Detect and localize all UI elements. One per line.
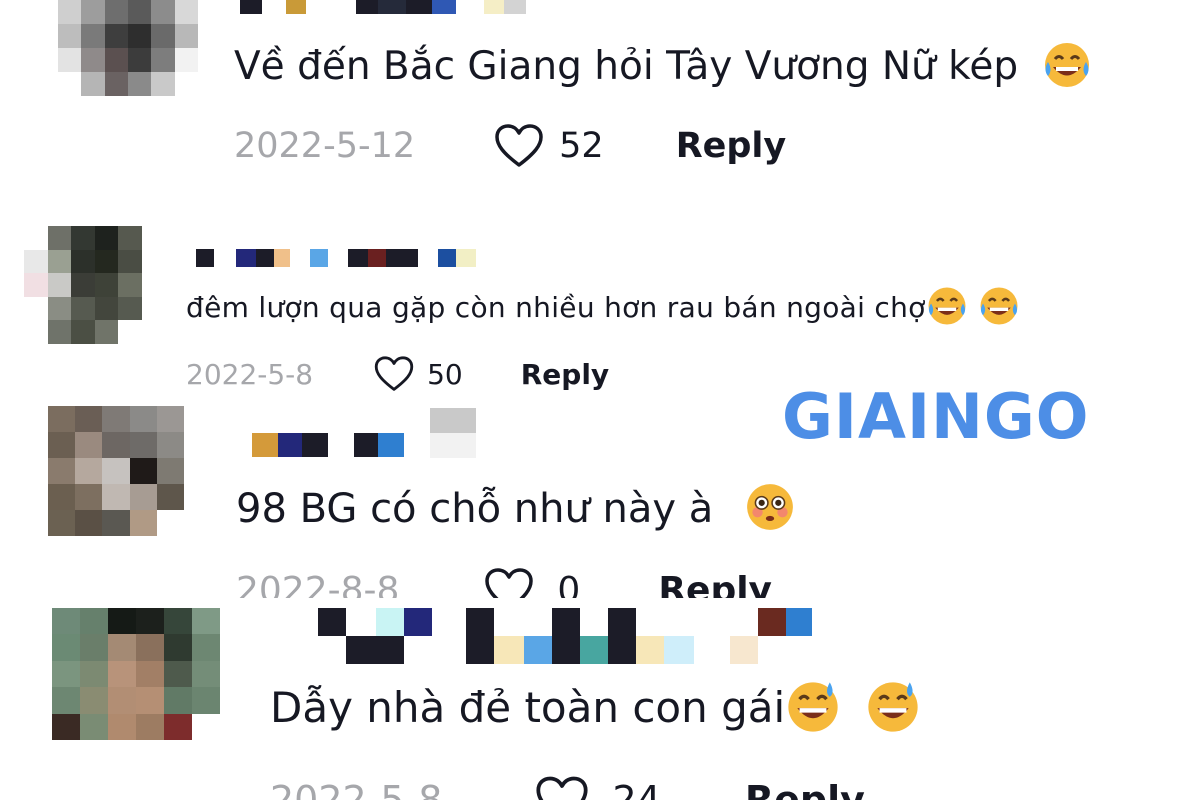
watermark-logo: GIAINGO [782,380,1090,453]
comment-meta: 2022-8-8 0 Reply [236,568,772,598]
comment-text: Về đến Bắc Giang hỏi Tây Vương Nữ kép [234,40,1092,94]
reply-button[interactable]: Reply [745,778,865,800]
avatar[interactable] [52,608,220,740]
comment-date: 2022-8-8 [236,569,400,599]
comment-date: 2022-5-8 [186,357,314,391]
reply-button[interactable]: Reply [658,570,772,599]
avatar[interactable] [58,0,198,96]
username-redacted[interactable] [252,432,430,458]
heart-outline-icon [536,776,589,800]
avatar[interactable] [24,226,142,344]
grinning-sweat-icon [865,679,921,735]
heart-outline-icon [485,568,534,598]
grinning-sweat-icon [785,679,841,735]
comment-item: Dẫy nhà đẻ toàn con gái 2022-5-8 24 Repl… [0,598,1200,800]
like-button[interactable]: 0 [483,567,580,598]
like-count: 24 [612,778,661,800]
comment-meta: 2022-5-12 52 Reply [234,124,786,168]
comment-text: 98 BG có chỗ như này à [236,480,796,538]
comment-text: đêm lượn qua gặp còn nhiều hơn rau bán n… [186,286,1020,330]
username-redacted-fragment [430,408,476,458]
comment-text: Dẫy nhà đẻ toàn con gái [270,678,921,739]
comment-item: Về đến Bắc Giang hỏi Tây Vương Nữ kép 20… [0,0,1200,200]
comment-list-screenshot: Về đến Bắc Giang hỏi Tây Vương Nữ kép 20… [0,0,1200,800]
tears-of-joy-icon [1042,40,1092,90]
username-redacted[interactable] [240,0,526,14]
reply-button[interactable]: Reply [676,126,787,166]
flushed-icon [744,481,796,533]
comment-date: 2022-5-8 [270,778,443,800]
reply-button[interactable]: Reply [521,358,609,391]
heart-outline-icon [374,356,414,391]
username-redacted[interactable] [318,608,812,664]
like-button[interactable]: 52 [493,123,604,169]
avatar[interactable] [48,406,184,536]
username-redacted[interactable] [196,249,476,267]
like-count: 0 [557,569,581,599]
like-count: 50 [427,357,463,391]
tears-of-joy-icon [926,285,968,327]
comment-meta: 2022-5-8 50 Reply [186,354,609,394]
like-count: 52 [559,126,604,166]
like-button[interactable]: 24 [534,775,661,800]
like-button[interactable]: 50 [373,355,463,393]
comment-item: đêm lượn qua gặp còn nhiều hơn rau bán n… [0,200,1200,400]
tears-of-joy-icon [978,285,1020,327]
comment-meta: 2022-5-8 24 Reply [270,776,865,800]
heart-outline-icon [495,124,543,167]
comment-date: 2022-5-12 [234,126,416,166]
